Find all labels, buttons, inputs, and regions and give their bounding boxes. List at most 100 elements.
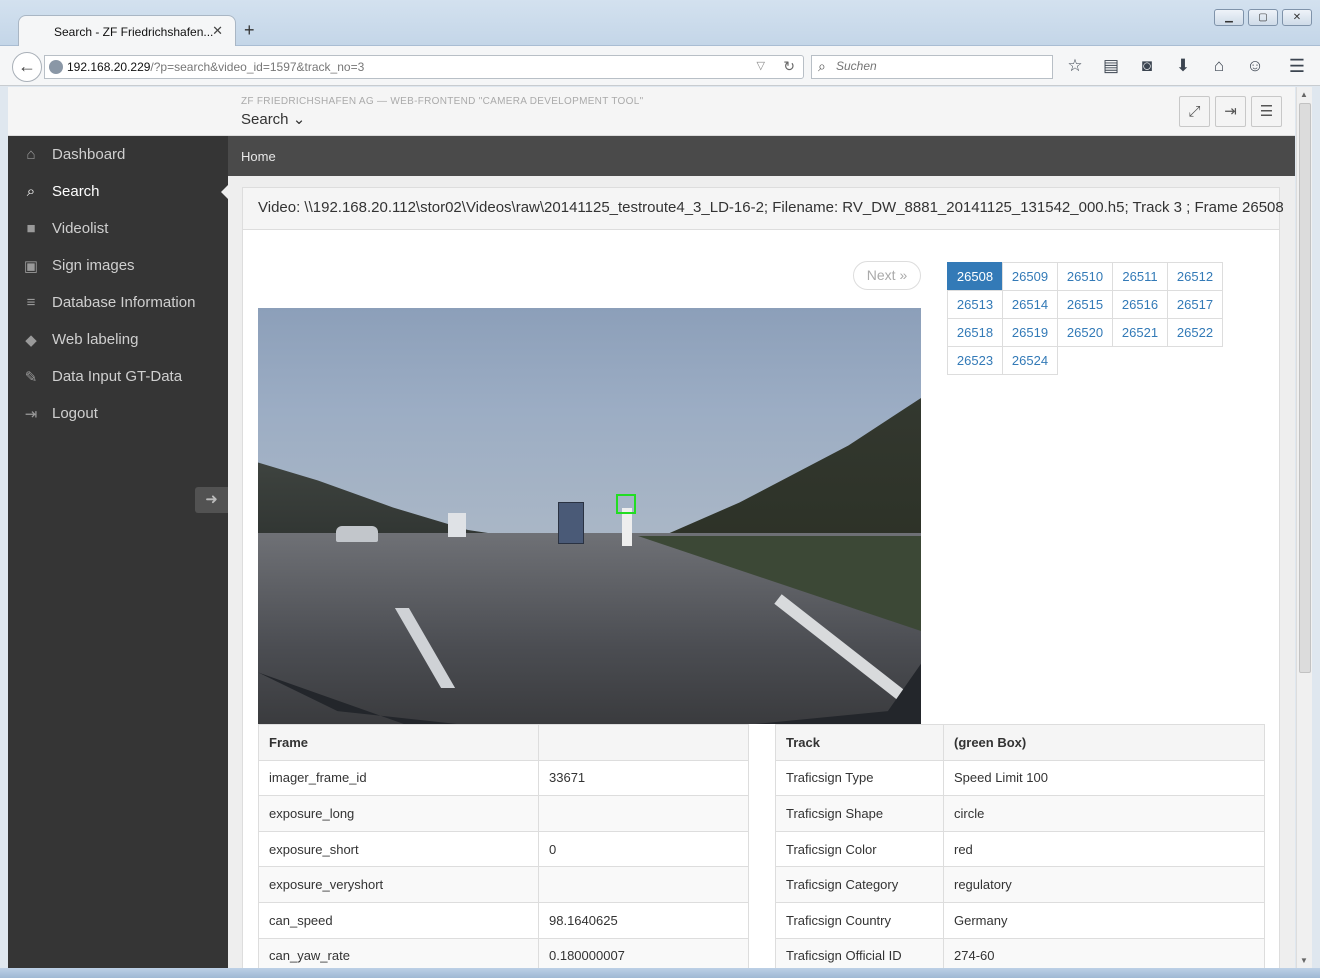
sidebar-item-web-labeling[interactable]: ◆ Web labeling [8, 321, 228, 358]
frame-link[interactable]: 26517 [1167, 290, 1223, 319]
table-key-cell: Traficsign Country [775, 901, 944, 939]
frame-link[interactable]: 26520 [1057, 318, 1113, 347]
browser-titlebar: Search - ZF Friedrichshafen... ✕ + ▁ ▢ ✕ [0, 0, 1320, 47]
table-key-cell: can_speed [258, 901, 539, 939]
fullscreen-icon[interactable]: ⤢ [1179, 96, 1210, 127]
table-value-cell: Speed Limit 100 [943, 759, 1265, 797]
home-browser-icon[interactable]: ⌂ [1206, 54, 1232, 78]
frame-link[interactable]: 26521 [1112, 318, 1168, 347]
home-icon: ⌂ [26, 146, 36, 163]
table-value-cell: 98.1640625 [538, 901, 749, 939]
table-value-cell: 274-60 [943, 937, 1265, 968]
scroll-thumb[interactable] [1299, 103, 1311, 673]
browser-tab[interactable]: Search - ZF Friedrichshafen... ✕ [18, 15, 236, 47]
table-key-cell: Traficsign Color [775, 830, 944, 868]
page-scrollbar[interactable]: ▲ ▼ [1296, 87, 1312, 968]
back-arrow-icon[interactable]: ← [12, 52, 42, 82]
tag-icon: ◆ [25, 331, 37, 349]
sidebar-item-label: Database Information [52, 294, 196, 311]
sidebar-item-sign-images[interactable]: ▣ Sign images [8, 247, 228, 284]
page-title-dropdown[interactable]: Search ⌄ [241, 110, 305, 128]
sidebar-item-label: Data Input GT-Data [52, 368, 183, 385]
new-tab-icon[interactable]: + [244, 21, 255, 39]
frame-link[interactable]: 26508 [947, 262, 1003, 291]
table-header-row: Track (green Box) [775, 724, 1265, 761]
browser-search-box[interactable]: ⌕ [811, 55, 1053, 79]
frame-number-grid: 26508 26509 26510 26511 26512 26513 26514 26515… [947, 262, 1228, 375]
frame-link[interactable]: 26513 [947, 290, 1003, 319]
frame-link[interactable]: 26510 [1057, 262, 1113, 291]
frame-table: Frame imager_frame_id 33671 exposure_long ex… [258, 724, 749, 968]
active-caret [221, 185, 228, 199]
browser-menu-icon[interactable]: ☰ [1284, 54, 1310, 78]
frame-link[interactable]: 26524 [1002, 346, 1058, 375]
sidebar-item-database-information[interactable]: ≡ Database Information [8, 284, 228, 321]
browser-search-input[interactable] [836, 59, 1046, 73]
breadcrumb-home[interactable]: Home [241, 149, 276, 164]
browser-navbar: ← 192.168.20.229/?p=search&video_id=1597… [0, 46, 1320, 86]
table-value-cell: regulatory [943, 866, 1265, 903]
table-value-cell: circle [943, 795, 1265, 832]
download-icon[interactable]: ⬇ [1170, 54, 1196, 78]
frame-link[interactable]: 26515 [1057, 290, 1113, 319]
image-icon: ▣ [23, 257, 39, 275]
search-icon: ⌕ [26, 183, 36, 200]
table-key-cell: Traficsign Official ID [775, 937, 944, 968]
url-bar[interactable]: 192.168.20.229/?p=search&video_id=1597&t… [44, 55, 804, 79]
window-close-icon[interactable]: ✕ [1282, 9, 1312, 26]
sidebar-item-label: Videolist [52, 220, 109, 237]
table-key-cell: Traficsign Type [775, 759, 944, 797]
table-row: Traficsign Official ID 274-60 [775, 937, 1265, 968]
header-menu-icon[interactable]: ☰ [1251, 96, 1282, 127]
next-button[interactable]: Next » [853, 261, 921, 290]
tab-close-icon[interactable]: ✕ [212, 23, 223, 39]
table-value-cell [538, 795, 749, 832]
minimize-icon[interactable]: ▁ [1214, 9, 1244, 26]
chat-icon[interactable]: ☺ [1242, 54, 1268, 78]
reload-icon[interactable]: ↻ [783, 58, 795, 75]
os-taskbar [0, 968, 1320, 978]
reading-list-icon[interactable]: ▤ [1098, 54, 1124, 78]
table-value-cell: 33671 [538, 759, 749, 797]
table-key-cell: exposure_veryshort [258, 866, 539, 903]
sidebar: ⌂ Dashboard ⌕ Search ■ Videolist ▣ Sign … [8, 136, 228, 968]
sidebar-item-data-input[interactable]: ✎ Data Input GT-Data [8, 358, 228, 395]
sidebar-item-search[interactable]: ⌕ Search [8, 173, 228, 210]
breadcrumb-bar: Home [228, 136, 1295, 176]
table-header-row: Frame [258, 724, 749, 761]
table-row: can_speed 98.1640625 [258, 901, 749, 939]
table-row: Traficsign Color red [775, 830, 1265, 868]
pocket-icon[interactable]: ◙ [1134, 54, 1160, 78]
sidebar-item-dashboard[interactable]: ⌂ Dashboard [8, 136, 228, 173]
table-row: Traficsign Shape circle [775, 795, 1265, 832]
url-dropdown-icon[interactable]: ▽ [757, 59, 765, 72]
frame-link[interactable]: 26522 [1167, 318, 1223, 347]
frame-link[interactable]: 26518 [947, 318, 1003, 347]
sidebar-item-logout[interactable]: ⇥ Logout [8, 395, 228, 432]
video-panel-heading: Video: \\192.168.20.112\stor02\Videos\ra… [243, 188, 1284, 230]
frame-link[interactable]: 26519 [1002, 318, 1058, 347]
frame-link[interactable]: 26509 [1002, 262, 1058, 291]
track-table: Track (green Box) Traficsign Type Speed Lim… [775, 724, 1265, 968]
frame-link[interactable]: 26512 [1167, 262, 1223, 291]
sidebar-item-label: Sign images [52, 257, 135, 274]
table-header-cell: (green Box) [943, 724, 1265, 761]
frame-link[interactable]: 26511 [1112, 262, 1168, 291]
scroll-up-icon[interactable]: ▲ [1300, 90, 1308, 99]
sidebar-collapse-arrow-icon[interactable]: ➜ [195, 487, 228, 513]
frame-link[interactable]: 26516 [1112, 290, 1168, 319]
pencil-icon: ✎ [24, 368, 38, 386]
bookmark-star-icon[interactable]: ☆ [1062, 54, 1088, 78]
table-key-cell: exposure_long [258, 795, 539, 832]
frame-link[interactable]: 26514 [1002, 290, 1058, 319]
table-key-cell: Traficsign Category [775, 866, 944, 903]
camera-frame-image [258, 308, 921, 724]
sidebar-item-videolist[interactable]: ■ Videolist [8, 210, 228, 247]
table-header-cell: Frame [258, 724, 539, 761]
logout-header-icon[interactable]: ⇥ [1215, 96, 1246, 127]
app-header: ZF FRIEDRICHSHAFEN AG — WEB-FRONTEND "CA… [8, 87, 1295, 136]
truck-ahead [558, 502, 584, 544]
frame-link[interactable]: 26523 [947, 346, 1003, 375]
scroll-down-icon[interactable]: ▼ [1300, 956, 1308, 965]
maximize-icon[interactable]: ▢ [1248, 9, 1278, 26]
